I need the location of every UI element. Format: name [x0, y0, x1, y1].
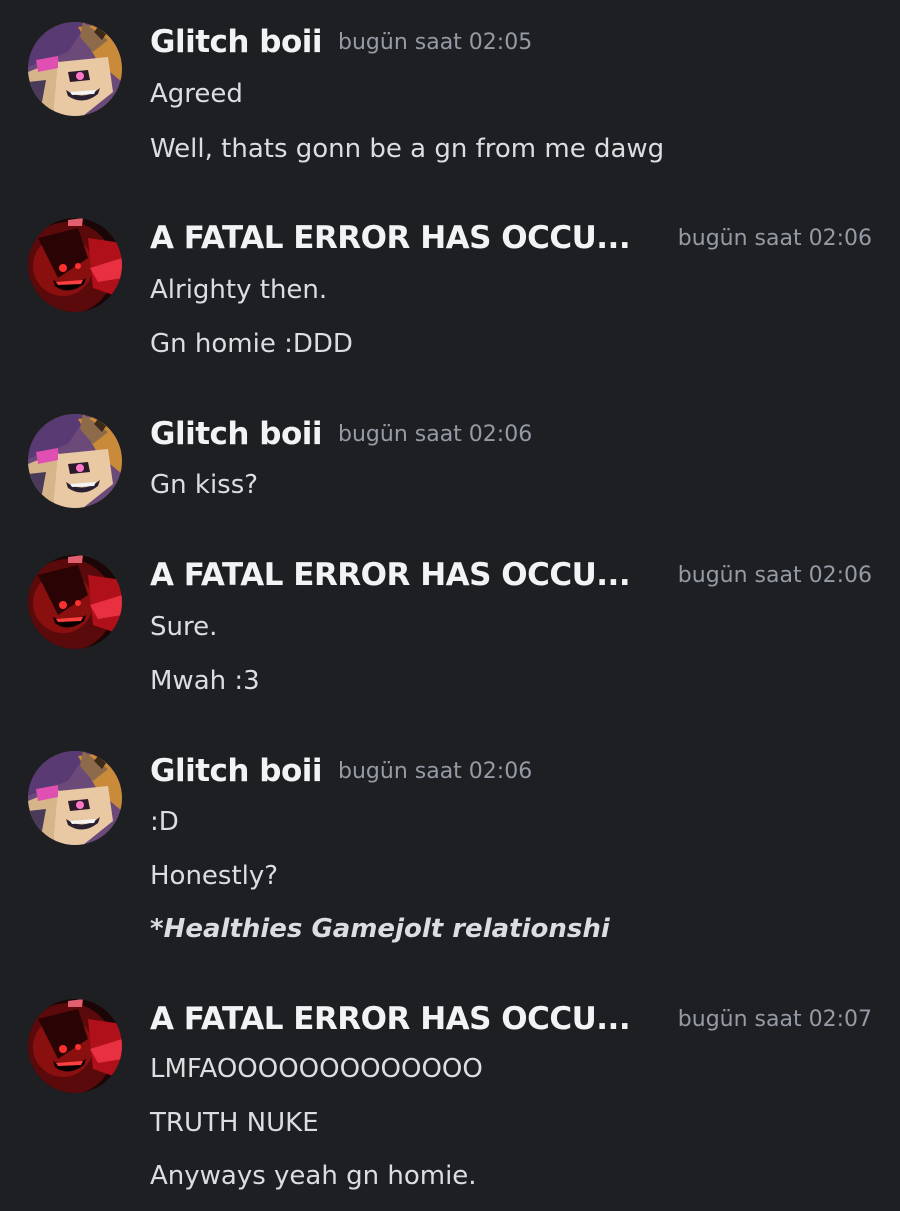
message-text: Sure. [150, 612, 218, 642]
timestamp: bugün saat 02:06 [677, 563, 872, 588]
fatal-error-avatar[interactable] [28, 218, 122, 312]
fatal-error-avatar[interactable] [28, 555, 122, 649]
avatar-image [28, 218, 122, 312]
avatar-image [28, 999, 122, 1093]
avatar-image [28, 751, 122, 845]
avatar-image [28, 22, 122, 116]
timestamp: bugün saat 02:05 [338, 30, 533, 55]
message-text: Gn homie :DDD [150, 329, 353, 359]
glitch-avatar[interactable] [28, 751, 122, 845]
message-header: Glitch boii bugün saat 02:06 [150, 749, 872, 793]
username[interactable]: Glitch boii [150, 412, 323, 456]
timestamp: bugün saat 02:06 [677, 226, 872, 251]
username[interactable]: Glitch boii [150, 749, 323, 793]
message-header: A FATAL ERROR HAS OCCU... bugün saat 02:… [150, 216, 872, 260]
message-header: A FATAL ERROR HAS OCCU... bugün saat 02:… [150, 553, 872, 597]
message-header: Glitch boii bugün saat 02:05 [150, 20, 872, 64]
message-text: TRUTH NUKE [150, 1108, 319, 1138]
message-text: Gn kiss? [150, 470, 259, 500]
fatal-error-avatar[interactable] [28, 999, 122, 1093]
message-text: Well, thats gonn be a gn from me dawg [150, 134, 665, 164]
glitch-avatar[interactable] [28, 414, 122, 508]
message-text: Alrighty then. [150, 275, 328, 305]
message-text: Anyways yeah gn homie. [150, 1161, 477, 1191]
timestamp: bugün saat 02:07 [677, 1007, 872, 1032]
glitch-avatar[interactable] [28, 22, 122, 116]
username[interactable]: A FATAL ERROR HAS OCCU... [150, 216, 631, 260]
avatar-image [28, 414, 122, 508]
message-header: A FATAL ERROR HAS OCCU... bugün saat 02:… [150, 997, 872, 1041]
avatar-image [28, 555, 122, 649]
username[interactable]: Glitch boii [150, 20, 323, 64]
message-text: Honestly? [150, 861, 279, 891]
message-header: Glitch boii bugün saat 02:06 [150, 412, 872, 456]
message-text: :D [150, 807, 179, 837]
message-text: LMFAOOOOOOOOOOOOO [150, 1054, 483, 1084]
message-text: *Healthies Gamejolt relationshi [150, 914, 610, 944]
message-text: Agreed [150, 79, 243, 109]
message-text: Mwah :3 [150, 666, 260, 696]
username[interactable]: A FATAL ERROR HAS OCCU... [150, 997, 631, 1041]
timestamp: bugün saat 02:06 [338, 422, 533, 447]
username[interactable]: A FATAL ERROR HAS OCCU... [150, 553, 631, 597]
timestamp: bugün saat 02:06 [338, 759, 533, 784]
